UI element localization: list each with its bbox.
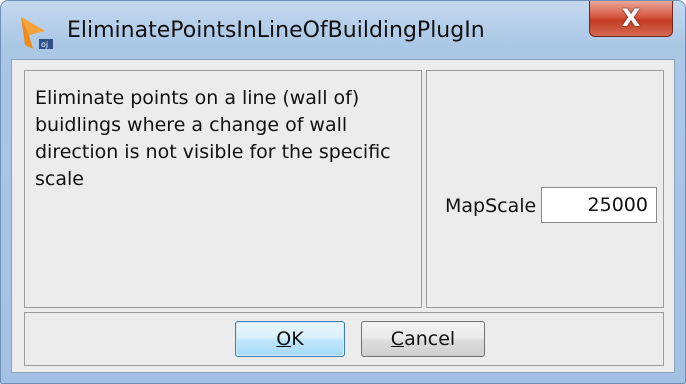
window-title: EliminatePointsInLineOfBuildingPlugIn (67, 18, 485, 43)
map-scale-input[interactable] (541, 187, 657, 223)
close-button[interactable]: X (589, 1, 673, 37)
ok-label-rest: K (291, 328, 304, 350)
ok-mnemonic: O (276, 328, 292, 350)
button-bar: OK Cancel (24, 312, 664, 366)
dialog-window: oj EliminatePointsInLineOfBuildingPlugIn… (0, 0, 686, 384)
close-icon: X (621, 4, 641, 32)
cancel-button[interactable]: Cancel (361, 321, 485, 357)
title-bar[interactable]: oj EliminatePointsInLineOfBuildingPlugIn… (1, 1, 685, 59)
svg-text:oj: oj (41, 40, 48, 49)
map-scale-label: MapScale (445, 195, 537, 217)
cancel-mnemonic: C (390, 328, 405, 350)
parameters-panel: MapScale (426, 70, 664, 308)
ok-button[interactable]: OK (235, 321, 345, 357)
description-panel: Eliminate points on a line (wall of) bui… (24, 70, 422, 308)
description-text: Eliminate points on a line (wall of) bui… (35, 87, 391, 190)
plugin-app-icon: oj (19, 15, 55, 51)
dialog-content: Eliminate points on a line (wall of) bui… (11, 59, 675, 373)
cancel-label-rest: ancel (404, 328, 456, 350)
